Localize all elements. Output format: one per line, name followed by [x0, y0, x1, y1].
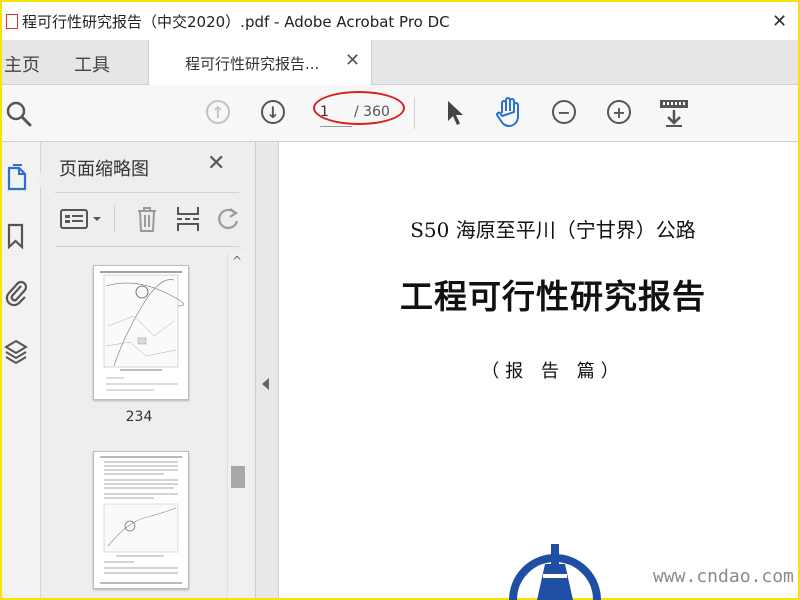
rotate-icon[interactable]	[217, 205, 241, 233]
tab-close-icon[interactable]: ✕	[345, 50, 360, 71]
watermark-text: www.cndao.com	[653, 566, 794, 587]
page-thumbnails-icon[interactable]	[6, 164, 28, 192]
title-bar: 程可行性研究报告（中交2020）.pdf - Adobe Acrobat Pro…	[2, 2, 798, 40]
thumbnail-page-label: 234	[125, 409, 153, 425]
search-icon[interactable]	[4, 99, 34, 127]
tab-tools[interactable]: 工具	[74, 51, 110, 77]
page-thumbnail[interactable]	[93, 451, 189, 589]
page-thumbnail[interactable]	[93, 265, 189, 400]
zoom-out-icon[interactable]: −	[552, 100, 576, 124]
zoom-in-icon[interactable]: +	[607, 100, 631, 124]
hand-tool-icon[interactable]	[494, 96, 524, 128]
toolbar-divider	[414, 97, 415, 129]
tab-home[interactable]: 主页	[4, 51, 40, 77]
tab-bar: 主页 工具 程可行性研究报告... ✕	[2, 40, 798, 85]
attachment-icon[interactable]	[5, 278, 29, 308]
insert-pages-icon[interactable]	[175, 204, 201, 234]
scroll-thumb[interactable]	[231, 466, 245, 488]
panel-title: 页面缩略图	[59, 159, 149, 180]
panel-toolbar	[41, 193, 255, 245]
toolbar: ↑ ↓ 1 / 360 − +	[2, 85, 798, 142]
select-cursor-icon[interactable]	[444, 99, 466, 127]
tab-document[interactable]: 程可行性研究报告... ✕	[148, 40, 372, 85]
document-subtitle: S50 海原至平川（宁甘界）公路	[410, 218, 696, 242]
next-page-icon[interactable]: ↓	[261, 100, 285, 124]
thumbnails-panel: 页面缩略图 ✕ 234 ^	[41, 142, 256, 598]
bookmark-icon[interactable]	[6, 222, 26, 250]
window-title: 程可行性研究报告（中交2020）.pdf - Adobe Acrobat Pro…	[22, 13, 450, 31]
left-rail	[2, 142, 41, 598]
active-rail-pointer	[34, 172, 41, 188]
document-main-title: 工程可行性研究报告	[400, 277, 706, 316]
collapse-panel-icon[interactable]	[262, 378, 269, 390]
layers-icon[interactable]	[4, 338, 28, 366]
window-close-icon[interactable]: ✕	[772, 11, 787, 32]
red-annotation-circle	[313, 91, 405, 125]
toolbar-icon-button[interactable]	[658, 98, 690, 128]
document-page: S50 海原至平川（宁甘界）公路 工程可行性研究报告 （报 告 篇） www.c…	[279, 142, 798, 600]
panel-toolbar-divider	[114, 205, 115, 233]
delete-icon[interactable]	[135, 204, 159, 234]
thumbnails-scrollbar[interactable]: ^	[227, 252, 248, 598]
scroll-up-icon[interactable]: ^	[232, 254, 242, 268]
thumbnail-text-image	[100, 456, 182, 584]
thumbnail-map-image	[100, 271, 184, 391]
panel-splitter[interactable]	[256, 142, 279, 598]
tab-document-label: 程可行性研究报告...	[185, 55, 320, 73]
thumbnail-options-icon[interactable]	[59, 206, 105, 232]
previous-page-icon[interactable]: ↑	[206, 100, 230, 124]
pdf-file-icon	[6, 14, 18, 29]
document-part-label: （报 告 篇）	[481, 361, 625, 382]
panel-divider	[55, 246, 239, 247]
organization-logo-icon	[509, 544, 601, 600]
panel-close-icon[interactable]: ✕	[207, 151, 225, 176]
